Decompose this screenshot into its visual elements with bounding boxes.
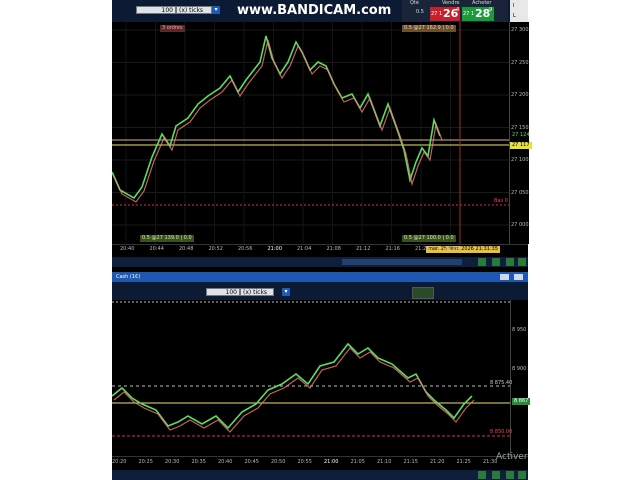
bottom-time-tick: 21:10 [377,459,392,465]
sell-label: Vendre [442,0,460,6]
bottom-title-bar [112,272,528,282]
qty-value[interactable]: 0.5 [414,9,426,16]
top-scrollbar[interactable] [112,257,528,267]
base-tag: Bas 0 [494,198,508,204]
bottom-time-tick: 21:20 [430,459,445,465]
bottom-time-tick: 20:45 [244,459,259,465]
bottom-zoom-in-icon[interactable] [478,471,486,479]
top-time-tick: 21:12 [356,246,371,252]
bottom-time-tick: 20:40 [218,459,233,465]
top-price-tick: 27 250 [511,59,529,66]
top-time-tick: 20:44 [149,246,164,252]
bottom-time-tick: 21:25 [456,459,471,465]
bottom-trace-down [113,347,475,433]
bottom-chart-panel: Cash (1€) 100 (x) ticks ▾ 8 875.40 8 850… [112,270,531,480]
bottom-indicator-icon[interactable] [412,287,434,299]
top-time-tick: 20:48 [179,246,194,252]
bottom-price-tag: 8 867 [512,398,531,405]
unit-dropdown-button[interactable]: ▾ [212,6,220,14]
sell-button[interactable]: 27 1 26 4 [430,7,460,21]
left-margin [0,0,112,480]
price-trace-down [113,39,443,203]
bottom-scrollbar[interactable] [112,470,528,480]
bottom-time-tick: 20:50 [271,459,286,465]
bottom-price-tick: 8 900 [512,366,527,372]
bottom-toolbar [112,282,528,300]
bottom-price-tick: 8 950 [512,327,527,333]
buy-label: Acheter [472,0,492,6]
top-price-tick: 27 200 [511,92,529,98]
bottom-price-chart[interactable] [112,300,510,456]
top-price-tick: 27 050 [511,189,529,196]
price-trace-up [112,35,441,200]
top-price-tick: 27 100 [511,157,529,163]
secondary-price-tag: 27 124 [512,132,530,138]
current-price-tag: 27 117 [510,142,532,149]
top-time-tick: 21:04 [297,246,312,252]
top-price-tick: 27 300 [511,27,529,33]
bottom-quantity-field[interactable]: 100 [206,288,240,296]
top-price-tick: 27 150 [511,124,529,131]
top-settings-icon[interactable] [506,258,514,266]
buy-price-prefix: 27 1 [463,11,475,17]
bottom-time-tick: 20:20 [112,459,127,465]
quantity-field[interactable]: 100 [136,6,176,14]
order-tag-bottom-left[interactable]: 0.5 @27 139.0 | 0.0 [140,235,194,242]
top-time-tick: 21:00 [267,246,282,252]
bottom-unit-select[interactable]: (x) ticks [240,288,274,296]
bottom-time-tick: 21:15 [403,459,418,465]
top-zoom-in-icon[interactable] [478,258,486,266]
bottom-unit-dropdown-button[interactable]: ▾ [282,288,290,296]
bandicam-watermark: www.BANDICAM.com [237,3,392,18]
top-time-tick: 21:20 [415,246,430,252]
top-time-tick: 21:24 [444,246,459,252]
buy-button[interactable]: 27 1 28 9 [462,7,494,21]
top-fit-icon[interactable] [518,258,526,266]
sell-price-prefix: 27 1 [431,11,443,17]
bottom-time-tick: 21:30 [483,459,498,465]
bottom-time-tick: 20:30 [165,459,180,465]
date-tag: mar. 25 févr. 2026 21:31:35 [426,246,501,253]
bottom-time-tick: 20:35 [191,459,206,465]
top-scroll-thumb[interactable] [342,259,462,265]
bottom-zoom-out-icon[interactable] [492,471,500,479]
sell-price-sup: 4 [456,7,460,13]
qty-label: Qté [410,0,419,6]
bottom-close-button[interactable] [514,274,523,280]
top-price-chart[interactable] [112,22,509,244]
bottom-time-tick: 20:55 [297,459,312,465]
top-time-tick: 21:16 [385,246,400,252]
bottom-low-tag: 8 850.00 [490,429,513,435]
bottom-mid-tag: 8 875.40 [490,380,513,386]
top-price-tick: 27 000 [511,222,529,228]
bottom-window-button[interactable] [500,274,509,280]
bottom-time-tick: 21:00 [324,459,339,465]
activate-overlay-text: Activer [496,452,528,462]
orders-count-tag[interactable]: 3 ordres [160,25,185,32]
side-toolbar-i[interactable]: I [511,3,516,10]
right-margin [528,0,640,480]
buy-price-sup: 9 [489,7,493,13]
unit-select[interactable]: (x) ticks [176,6,212,14]
order-tag-top[interactable]: 0.5 @27 162.9 | 0.0 [402,25,456,32]
top-zoom-out-icon[interactable] [492,258,500,266]
top-time-tick: 20:40 [120,246,135,252]
bottom-time-tick: 20:25 [138,459,153,465]
bottom-settings-icon[interactable] [506,471,514,479]
top-time-tick: 20:56 [238,246,253,252]
side-toolbar-l[interactable]: L [511,13,518,20]
top-time-tick: 21:08 [326,246,341,252]
order-tag-bottom-right[interactable]: 0.5 @27 100.0 | 0.0 [402,235,456,242]
bottom-time-tick: 21:05 [350,459,365,465]
top-chart-panel: 100 (x) ticks ▾ www.BANDICAM.com Qté 0.5… [112,0,532,270]
bottom-title: Cash (1€) [116,274,141,280]
top-time-tick: 20:52 [208,246,223,252]
bottom-fit-icon[interactable] [518,471,526,479]
